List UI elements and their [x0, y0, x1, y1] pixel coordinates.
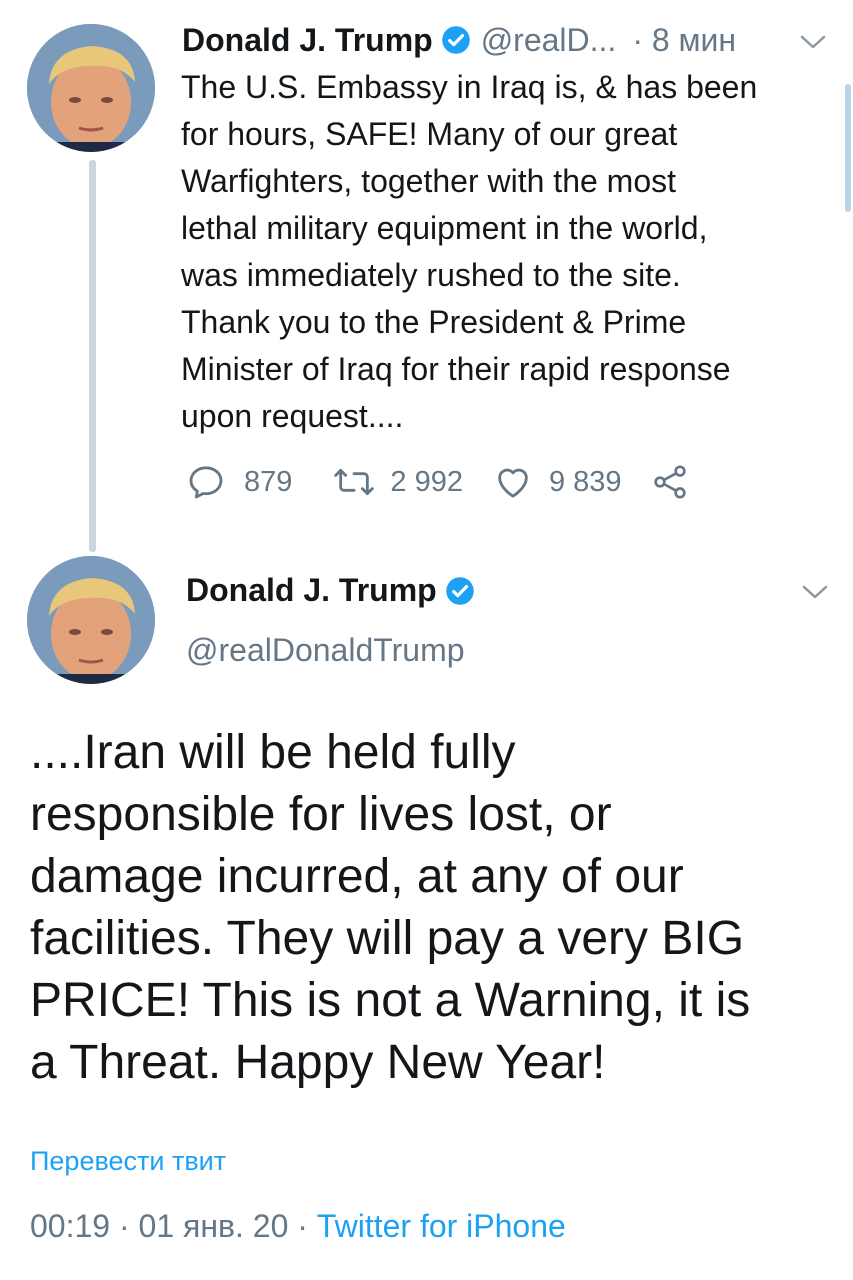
verified-badge-icon — [441, 25, 471, 55]
avatar-image — [27, 24, 155, 152]
verified-badge-icon — [445, 576, 475, 606]
author-handle[interactable]: @realD... — [481, 22, 617, 59]
tweet-text: The U.S. Embassy in Iraq is, & has been … — [181, 69, 758, 434]
tweet-text: ....Iran will be held fully responsible … — [30, 726, 751, 1089]
like-count: 9 839 — [548, 465, 622, 498]
reply-button[interactable]: 879 — [186, 462, 292, 502]
share-icon — [650, 462, 690, 502]
author-name[interactable]: Donald J. Trump — [186, 572, 437, 609]
retweet-count: 2 992 — [390, 465, 463, 498]
avatar[interactable] — [27, 556, 155, 684]
tweet-timestamp[interactable]: 00:19 · 01 янв. 20 · — [30, 1208, 317, 1244]
avatar-image — [27, 556, 155, 684]
tweet-source-link[interactable]: Twitter for iPhone — [317, 1208, 566, 1244]
tweet-actions: 879 2 992 9 839 — [186, 462, 690, 502]
tweet-header: Donald J. Trump — [186, 572, 475, 609]
like-button[interactable]: 9 839 — [493, 462, 622, 502]
chevron-down-icon[interactable] — [800, 582, 830, 602]
translate-tweet-link[interactable]: Перевести твит — [30, 1146, 226, 1177]
retweet-button[interactable]: 2 992 — [332, 462, 463, 502]
tweet-header: Donald J. Trump @realD... · 8 мин — [182, 18, 736, 62]
tweet-time[interactable]: · 8 мин — [632, 22, 736, 59]
thread-connector-line — [89, 160, 96, 552]
author-name[interactable]: Donald J. Trump — [182, 22, 433, 59]
reply-icon — [186, 462, 226, 502]
author-handle[interactable]: @realDonaldTrump — [186, 632, 465, 669]
heart-icon — [493, 462, 533, 502]
chevron-down-icon[interactable] — [798, 32, 828, 52]
retweet-icon — [332, 462, 376, 502]
tweet-thread: Donald J. Trump @realD... · 8 мин The U.… — [0, 0, 853, 1280]
share-button[interactable] — [650, 462, 690, 502]
avatar[interactable] — [27, 24, 155, 152]
reply-count: 879 — [244, 465, 293, 498]
scroll-indicator[interactable] — [845, 84, 851, 212]
tweet-meta: 00:19 · 01 янв. 20 · Twitter for iPhone — [30, 1208, 566, 1245]
